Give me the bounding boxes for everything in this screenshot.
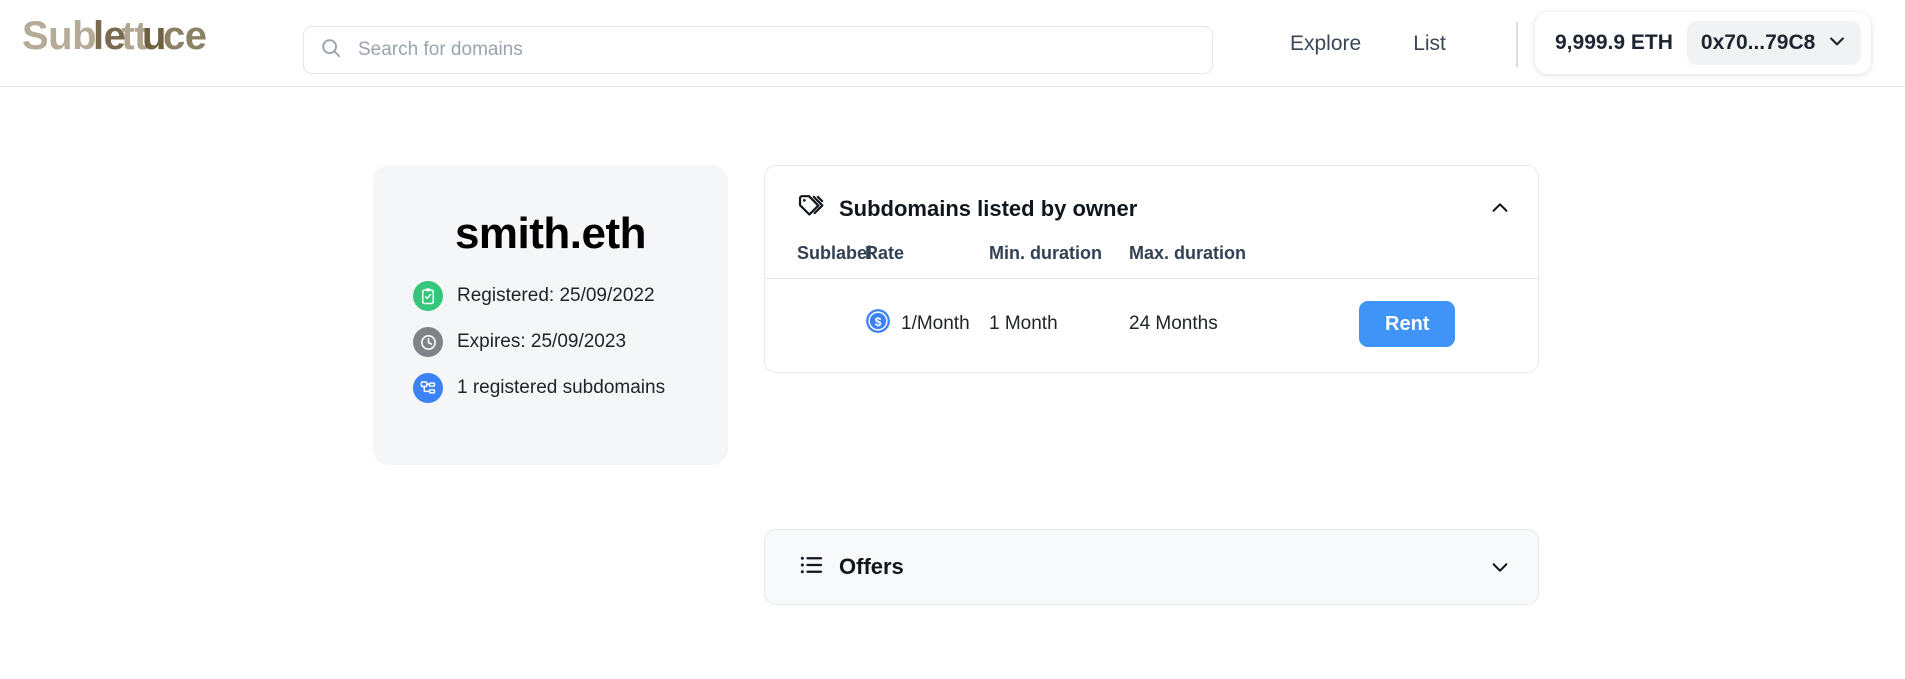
tags-icon	[797, 192, 825, 225]
app-logo[interactable]: Sublettuce	[22, 14, 207, 58]
header-divider	[1516, 22, 1518, 67]
domain-meta-registered: Registered: 25/09/2022	[373, 281, 728, 311]
column-header-max-duration: Max. duration	[1129, 243, 1359, 279]
sitemap-icon	[413, 373, 443, 403]
subdomains-panel-title: Subdomains listed by owner	[839, 195, 1138, 221]
domain-meta-subdomains: 1 registered subdomains	[373, 373, 728, 403]
usdc-coin-icon: $	[865, 308, 891, 340]
domain-meta-expires: Expires: 25/09/2023	[373, 327, 728, 357]
svg-text:$: $	[875, 315, 882, 329]
subdomains-panel-header[interactable]: Subdomains listed by owner	[765, 166, 1538, 225]
main-content: smith.eth Registered: 25/09/2022 Expires…	[0, 87, 1905, 679]
offers-panel-title: Offers	[839, 554, 904, 579]
column-header-sublabel: Sublabel	[765, 243, 872, 279]
column-header-action	[1359, 243, 1538, 279]
table-row: $ 1/Month 1 Month 24 Months Rent	[765, 279, 1538, 348]
logo-part-1: Sub	[22, 14, 97, 58]
cell-sublabel	[765, 279, 865, 348]
chevron-down-icon[interactable]	[1482, 549, 1518, 585]
chevron-down-icon	[1827, 31, 1847, 56]
chevron-up-icon[interactable]	[1482, 190, 1518, 226]
nav-link-explore[interactable]: Explore	[1290, 31, 1361, 57]
logo-part-5: ce	[162, 14, 207, 58]
search-icon	[320, 37, 342, 64]
clock-icon	[413, 327, 443, 357]
subdomains-panel: Subdomains listed by owner Sublabel Rate…	[764, 165, 1539, 373]
domain-meta-expires-text: Expires: 25/09/2023	[457, 331, 627, 352]
table-header-row: Sublabel Rate Min. duration Max. duratio…	[765, 243, 1538, 279]
header-nav: Explore List	[1290, 31, 1446, 57]
search-input[interactable]	[356, 27, 1196, 73]
column-header-min-duration: Min. duration	[989, 243, 1129, 279]
wallet-balance: 9,999.9 ETH	[1555, 31, 1673, 54]
list-icon	[797, 551, 825, 584]
rent-button[interactable]: Rent	[1359, 301, 1456, 347]
nav-link-list[interactable]: List	[1413, 31, 1446, 57]
clipboard-check-icon	[413, 281, 443, 311]
cell-rate-text: 1/Month	[901, 313, 970, 334]
domain-meta-subdomains-text: 1 registered subdomains	[457, 377, 666, 398]
search-box[interactable]	[303, 26, 1213, 74]
wallet-address-text: 0x70...79C8	[1700, 31, 1816, 54]
offers-panel[interactable]: Offers	[764, 529, 1539, 605]
subdomains-table: Sublabel Rate Min. duration Max. duratio…	[765, 243, 1538, 347]
domain-name: smith.eth	[454, 209, 647, 258]
app-header: Sublettuce Explore List 9,999.9 ETH 0x70…	[0, 0, 1905, 87]
offers-panel-header[interactable]: Offers	[765, 551, 1538, 584]
column-header-rate: Rate	[865, 243, 989, 279]
domain-info-card: smith.eth Registered: 25/09/2022 Expires…	[373, 165, 728, 465]
cell-max-duration: 24 Months	[1129, 313, 1218, 334]
cell-rate: $ 1/Month	[865, 279, 989, 348]
cell-min-duration: 1 Month	[989, 313, 1058, 334]
cell-action: Rent	[1359, 279, 1538, 347]
wallet-pill: 9,999.9 ETH 0x70...79C8	[1535, 12, 1872, 74]
wallet-address-button[interactable]: 0x70...79C8	[1686, 21, 1862, 65]
domain-meta-registered-text: Registered: 25/09/2022	[457, 285, 655, 306]
